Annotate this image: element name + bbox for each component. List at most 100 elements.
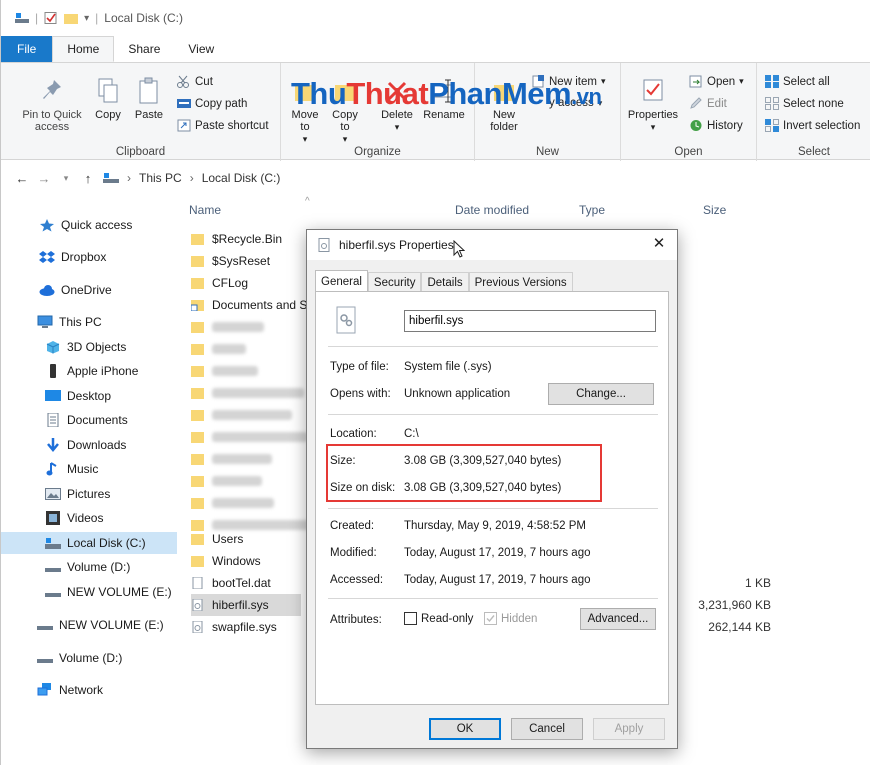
nav-local-disk-c[interactable]: Local Disk (C:) (1, 532, 177, 554)
column-date-modified[interactable]: Date modified (455, 203, 529, 217)
copy-button[interactable]: Copy (91, 77, 125, 121)
tab-general[interactable]: General (315, 270, 368, 292)
file-size: 3,231,960 KB (698, 598, 771, 612)
tab-file[interactable]: File (1, 36, 53, 62)
properties-button[interactable]: Properties ▾ (625, 77, 681, 133)
dialog-title: hiberfil.sys Properties (339, 238, 454, 252)
properties-dropdown-icon: ▾ (650, 122, 656, 132)
select-group-label: Select (798, 146, 830, 158)
history-button[interactable]: History (689, 119, 743, 132)
folder-icon (191, 556, 204, 567)
breadcrumb-this-pc[interactable]: This PC (139, 171, 182, 185)
tab-security[interactable]: Security (367, 272, 422, 292)
paste-button[interactable]: Paste (131, 77, 167, 121)
breadcrumb-local-disk[interactable]: Local Disk (C:) (202, 171, 281, 185)
folder-icon (191, 234, 204, 245)
file-name: Documents and S (212, 298, 308, 312)
nav-label: NEW VOLUME (E:) (59, 618, 164, 632)
nav-quick-access[interactable]: Quick access (1, 214, 177, 236)
edit-icon (690, 97, 702, 109)
pin-quick-access-button[interactable]: Pin to Quick access (17, 77, 87, 133)
open-button[interactable]: Open ▾ (689, 75, 744, 88)
general-tab-panel: Type of file: System file (.sys) Opens w… (315, 291, 669, 705)
edit-label: Edit (707, 97, 727, 110)
tab-home[interactable]: Home (52, 36, 115, 62)
file-name-input[interactable] (404, 310, 656, 332)
nav-this-pc[interactable]: This PC (1, 311, 177, 333)
up-arrow-icon[interactable]: ↑ (81, 171, 95, 186)
tab-previous-versions[interactable]: Previous Versions (468, 272, 573, 292)
move-to-dropdown-icon: ▾ (302, 134, 308, 144)
invert-selection-button[interactable]: Invert selection (765, 119, 860, 132)
properties-check-icon[interactable] (44, 12, 58, 24)
select-all-button[interactable]: Select all (765, 75, 830, 88)
nav-new-volume-e[interactable]: NEW VOLUME (E:) (1, 581, 177, 603)
nav-label: Desktop (67, 389, 112, 403)
nav-dropbox[interactable]: Dropbox (1, 246, 177, 268)
nav-pictures[interactable]: Pictures (1, 483, 177, 505)
nav-volume-d-root[interactable]: Volume (D:) (1, 647, 177, 669)
new-folder-quick-icon[interactable] (64, 12, 79, 24)
recent-locations-icon[interactable]: ▾ (59, 173, 73, 184)
copy-icon (98, 78, 118, 103)
clipboard-group-label: Clipboard (115, 146, 166, 158)
back-arrow-icon[interactable]: ← (15, 171, 29, 186)
close-icon[interactable]: ✕ (651, 236, 667, 252)
copy-path-button[interactable]: Copy path (177, 97, 247, 110)
blurred-name (212, 366, 258, 376)
advanced-button[interactable]: Advanced... (580, 608, 656, 630)
checkbox-box (484, 612, 497, 625)
mouse-cursor-icon (453, 240, 465, 258)
apply-button[interactable]: Apply (593, 718, 665, 740)
read-only-checkbox[interactable]: Read-only (404, 612, 473, 625)
nav-downloads[interactable]: Downloads (1, 434, 177, 456)
nav-volume-d[interactable]: Volume (D:) (1, 556, 177, 578)
quick-access-dropdown-icon[interactable]: ▾ (84, 13, 89, 24)
pin-icon (43, 80, 61, 99)
nav-label: Volume (D:) (59, 651, 123, 665)
nav-apple-iphone[interactable]: Apple iPhone (1, 360, 177, 382)
nav-music[interactable]: Music (1, 458, 177, 480)
paste-shortcut-button[interactable]: Paste shortcut (177, 119, 269, 132)
file-name: swapfile.sys (212, 620, 277, 634)
dialog-title-bar[interactable]: hiberfil.sys Properties ✕ (307, 230, 677, 260)
edit-button[interactable]: Edit (689, 97, 727, 110)
sort-arrow-icon: ^ (305, 196, 310, 207)
nav-3d-objects[interactable]: 3D Objects (1, 336, 177, 358)
nav-new-volume-e-root[interactable]: NEW VOLUME (E:) (1, 614, 177, 636)
nav-desktop[interactable]: Desktop (1, 385, 177, 407)
file-name: hiberfil.sys (212, 598, 269, 612)
checkbox-box (404, 612, 417, 625)
blurred-name (212, 322, 264, 332)
hidden-checkbox[interactable]: Hidden (484, 612, 537, 625)
select-none-button[interactable]: Select none (765, 97, 844, 110)
blurred-name (212, 454, 272, 464)
drive-icon (37, 659, 53, 663)
nav-onedrive[interactable]: OneDrive (1, 279, 177, 301)
file-row-selected[interactable]: hiberfil.sys (191, 594, 301, 616)
blurred-name (212, 498, 274, 508)
forward-arrow-icon[interactable]: → (37, 171, 51, 186)
blurred-name (212, 476, 262, 486)
column-size[interactable]: Size (703, 203, 726, 217)
size-label: Size: (330, 455, 356, 467)
folder-icon (191, 454, 204, 465)
cut-button[interactable]: Cut (177, 75, 213, 88)
title-separator: | (95, 11, 99, 25)
ribbon-tabs: File Home Share View (1, 36, 870, 62)
tab-view[interactable]: View (174, 36, 228, 62)
cancel-button[interactable]: Cancel (511, 718, 583, 740)
column-type[interactable]: Type (579, 203, 605, 217)
nav-label: 3D Objects (67, 340, 127, 354)
nav-videos[interactable]: Videos (1, 507, 177, 529)
ok-button[interactable]: OK (429, 718, 501, 740)
change-button[interactable]: Change... (548, 383, 654, 405)
tab-share[interactable]: Share (114, 36, 174, 62)
tab-details[interactable]: Details (421, 272, 469, 292)
paste-shortcut-icon (177, 119, 191, 132)
nav-network[interactable]: Network (1, 679, 177, 701)
properties-icon (643, 79, 663, 101)
copy-label: Copy (95, 109, 121, 121)
nav-documents[interactable]: Documents (1, 409, 177, 431)
column-name[interactable]: Name (189, 203, 221, 217)
